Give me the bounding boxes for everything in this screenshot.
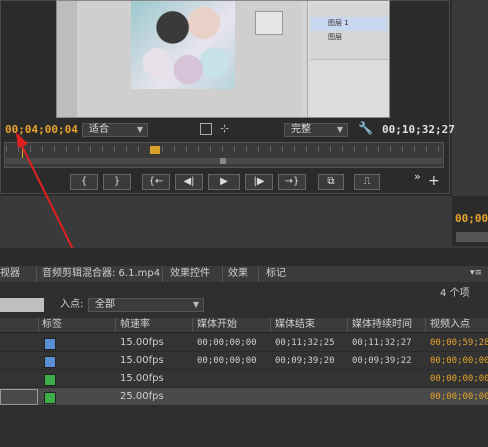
panel-splitter xyxy=(0,248,488,267)
col-divider xyxy=(270,318,271,332)
frame-rate-cell: 15.00fps xyxy=(120,373,164,384)
video-in-cell[interactable]: 00;00;00;00 xyxy=(430,388,488,406)
col-label[interactable]: 标签 xyxy=(42,318,62,332)
tab-effects[interactable]: 效果 xyxy=(228,266,248,282)
col-media-duration[interactable]: 媒体持续时间 xyxy=(352,318,412,332)
col-media-start[interactable]: 媒体开始 xyxy=(197,318,237,332)
frame-rate-cell: 15.00fps xyxy=(120,355,164,366)
panel-menu-icon[interactable]: ▾≡ xyxy=(470,268,482,278)
label-color-swatch[interactable] xyxy=(44,338,56,350)
media-duration-cell: 00;11;32;27 xyxy=(352,338,412,348)
media-end-cell: 00;09;39;20 xyxy=(275,356,335,366)
col-video-in[interactable]: 视频入点 xyxy=(430,318,470,332)
in-point-label: 入点: xyxy=(60,299,84,310)
chevron-down-icon: ▼ xyxy=(192,300,199,309)
col-divider xyxy=(192,318,193,332)
table-row[interactable] xyxy=(0,370,488,388)
media-start-cell: 00;00;00;00 xyxy=(197,356,257,366)
col-divider xyxy=(115,318,116,332)
tab-divider xyxy=(162,266,163,282)
item-count: 4 个项 xyxy=(440,288,470,299)
tab-divider xyxy=(36,266,37,282)
table-empty-area xyxy=(0,406,488,447)
table-row-selected[interactable] xyxy=(0,388,488,406)
in-point-value: 全部 xyxy=(95,299,115,310)
frame-rate-cell: 25.00fps xyxy=(120,391,164,402)
search-input[interactable] xyxy=(0,298,44,312)
tab-divider xyxy=(222,266,223,282)
col-media-end[interactable]: 媒体结束 xyxy=(275,318,315,332)
media-end-cell: 00;11;32;25 xyxy=(275,338,335,348)
video-in-cell[interactable]: 00;00;59;28 xyxy=(430,334,488,352)
label-color-swatch[interactable] xyxy=(44,356,56,368)
col-frame-rate[interactable]: 帧速率 xyxy=(120,318,150,332)
media-duration-cell: 00;09;39;22 xyxy=(352,356,412,366)
tab-audio-mixer[interactable]: 音频剪辑混合器: 6.1.mp4 xyxy=(42,266,160,282)
col-divider xyxy=(425,318,426,332)
label-color-swatch[interactable] xyxy=(44,392,56,404)
col-divider xyxy=(347,318,348,332)
tab-monitor[interactable]: 视器 xyxy=(0,266,20,282)
frame-rate-cell: 15.00fps xyxy=(120,337,164,348)
row-name-edit[interactable] xyxy=(0,389,38,405)
tab-markers[interactable]: 标记 xyxy=(266,266,286,282)
tab-divider xyxy=(258,266,259,282)
media-start-cell: 00;00;00;00 xyxy=(197,338,257,348)
tab-effect-controls[interactable]: 效果控件 xyxy=(170,266,210,282)
column-header xyxy=(0,318,488,333)
video-in-cell[interactable]: 00;00;00;00 xyxy=(430,352,488,370)
video-in-cell[interactable]: 00;00;00;00 xyxy=(430,370,488,388)
in-point-dropdown[interactable]: 全部 ▼ xyxy=(88,298,204,312)
label-color-swatch[interactable] xyxy=(44,374,56,386)
col-divider xyxy=(38,318,39,332)
